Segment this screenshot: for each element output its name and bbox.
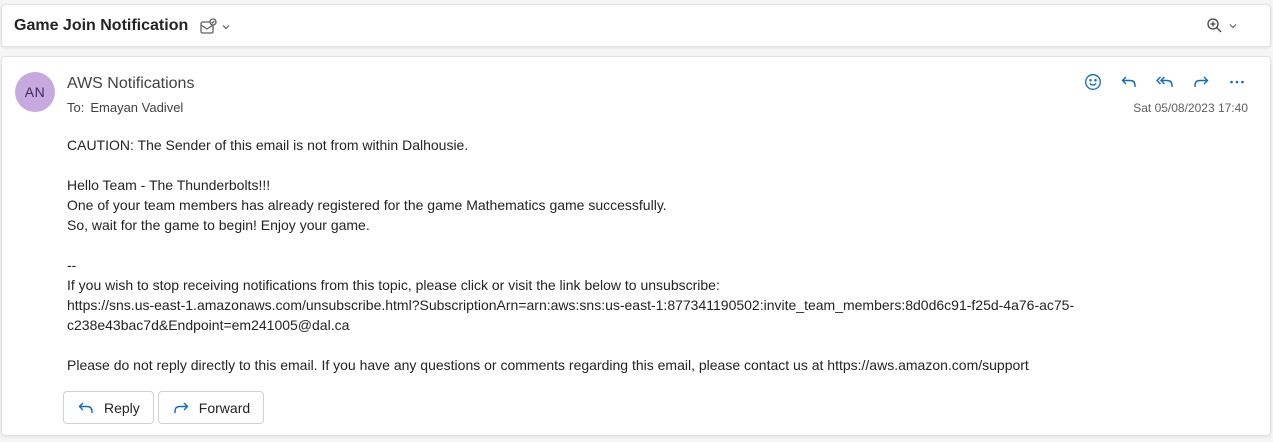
- zoom-button[interactable]: [1206, 16, 1244, 36]
- reply-all-icon[interactable]: [1154, 71, 1176, 93]
- summary-icon: [199, 18, 217, 36]
- email-subject: Game Join Notification: [14, 17, 189, 34]
- forward-button[interactable]: Forward: [157, 391, 265, 424]
- support-link[interactable]: https://aws.amazon.com/support: [827, 357, 1029, 373]
- reply-icon[interactable]: [1118, 71, 1140, 93]
- avatar[interactable]: AN: [15, 72, 55, 112]
- message-actions: [1082, 71, 1248, 93]
- message-body: CAUTION: The Sender of this email is not…: [67, 135, 1247, 375]
- footer-message: Please do not reply directly to this ema…: [67, 357, 828, 373]
- more-icon[interactable]: [1226, 71, 1248, 93]
- summary-button[interactable]: [199, 17, 237, 37]
- reply-icon: [77, 399, 95, 417]
- recipient-line: To: Emayan Vadivel: [67, 100, 183, 115]
- body-line-2: So, wait for the game to begin! Enjoy yo…: [67, 217, 370, 233]
- footer-text: Please do not reply directly to this ema…: [67, 355, 1247, 375]
- sender-name[interactable]: AWS Notifications: [67, 75, 194, 93]
- body-line-1: One of your team members has already reg…: [67, 197, 667, 213]
- zoom-icon: [1206, 17, 1224, 35]
- forward-button-label: Forward: [198, 399, 251, 416]
- chevron-down-icon: [221, 22, 231, 32]
- unsubscribe-link-line-2[interactable]: c238e43bac7d&Endpoint=em241005@dal.ca: [67, 315, 1247, 335]
- chevron-down-icon: [1228, 21, 1238, 31]
- reply-buttons: Reply Forward: [63, 391, 265, 424]
- unsubscribe-link-line-1[interactable]: https://sns.us-east-1.amazonaws.com/unsu…: [67, 295, 1247, 315]
- message-card: AN AWS Notifications To: Emayan Vadivel: [1, 56, 1271, 436]
- caution-text: CAUTION: The Sender of this email is not…: [67, 137, 469, 153]
- subject-bar: Game Join Notification: [1, 4, 1271, 47]
- forward-icon[interactable]: [1190, 71, 1212, 93]
- reply-button-label: Reply: [104, 399, 140, 416]
- unsubscribe-intro: If you wish to stop receiving notificati…: [67, 277, 720, 293]
- emoji-icon[interactable]: [1082, 71, 1104, 93]
- greeting-text: Hello Team - The Thunderbolts!!!: [67, 177, 271, 193]
- forward-icon: [172, 399, 190, 417]
- to-label: To:: [67, 100, 85, 115]
- separator-text: --: [67, 257, 77, 273]
- timestamp: Sat 05/08/2023 17:40: [1133, 101, 1248, 115]
- reply-button[interactable]: Reply: [63, 391, 154, 424]
- recipient-name[interactable]: Emayan Vadivel: [90, 100, 183, 115]
